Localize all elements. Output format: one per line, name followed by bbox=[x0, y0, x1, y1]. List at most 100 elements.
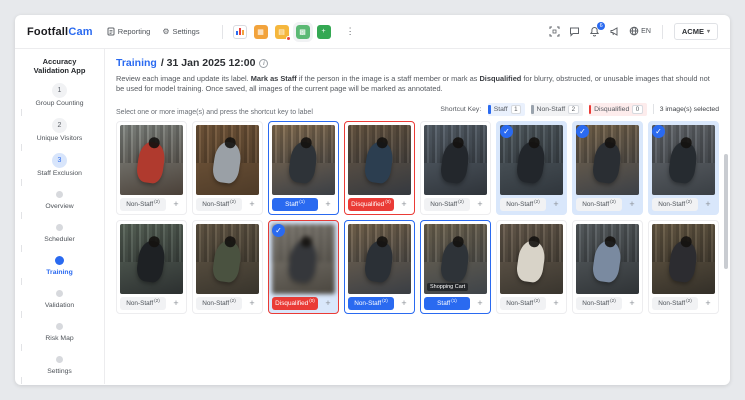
divider bbox=[661, 24, 663, 39]
image-card[interactable]: Non-Staff (2) + bbox=[420, 120, 491, 215]
surveillance-image bbox=[120, 223, 183, 294]
add-label-button[interactable]: + bbox=[245, 198, 259, 211]
add-label-button[interactable]: + bbox=[169, 198, 183, 211]
image-card[interactable]: Non-Staff (2) + bbox=[572, 219, 643, 314]
more-apps-icon[interactable]: ⋮ bbox=[346, 26, 355, 37]
image-card[interactable]: ✓ Non-Staff (2) + bbox=[648, 120, 719, 215]
add-label-button[interactable]: + bbox=[625, 297, 639, 310]
add-label-button[interactable]: + bbox=[701, 198, 715, 211]
add-label-button[interactable]: + bbox=[625, 198, 639, 211]
chip-color-bar bbox=[531, 104, 534, 114]
sidebar-item-risk-map[interactable]: Risk Map bbox=[21, 320, 99, 342]
image-card[interactable]: Non-Staff (2) + bbox=[116, 219, 187, 314]
info-icon[interactable]: i bbox=[259, 58, 269, 68]
sidebar-item-settings[interactable]: Settings bbox=[21, 353, 99, 375]
image-card[interactable]: Staff (1) + bbox=[268, 120, 339, 215]
label-button[interactable]: Non-Staff (2) bbox=[196, 296, 242, 310]
image-card[interactable]: Non-Staff (2) + bbox=[648, 219, 719, 314]
label-button[interactable]: Staff (1) bbox=[424, 296, 470, 310]
shortcut-chip: Non-Staff 2 bbox=[531, 102, 583, 116]
add-label-button[interactable]: + bbox=[321, 198, 335, 211]
label-button[interactable]: Staff (1) bbox=[272, 197, 318, 211]
add-label-button[interactable]: + bbox=[397, 198, 411, 211]
label-button[interactable]: Non-Staff (2) bbox=[120, 296, 166, 310]
add-label-button[interactable]: + bbox=[169, 297, 183, 310]
sidebar-item-staff-exclusion[interactable]: 3 Staff Exclusion bbox=[21, 152, 99, 177]
scrollbar-thumb[interactable] bbox=[724, 154, 728, 269]
add-label-button[interactable]: + bbox=[321, 297, 335, 310]
chip-color-bar bbox=[588, 104, 592, 114]
sidebar-item-group-counting[interactable]: 1 Group Counting bbox=[21, 82, 99, 107]
add-label-button[interactable]: + bbox=[549, 297, 563, 310]
chevron-down-icon: ▾ bbox=[706, 29, 710, 35]
image-card[interactable]: ✓ Non-Staff (2) + bbox=[496, 120, 567, 215]
account-menu[interactable]: ACME ▾ bbox=[673, 23, 718, 40]
sidebar-item-training[interactable]: Training bbox=[21, 254, 99, 276]
chip-key: 0 bbox=[632, 104, 643, 114]
language-selector[interactable]: EN bbox=[629, 26, 651, 38]
image-card[interactable]: Non-Staff (2) + bbox=[496, 219, 567, 314]
chat-icon[interactable] bbox=[569, 26, 580, 37]
shortcut-key-legend: Shortcut Key: Staff 1 Non-Staff 2 Disqua… bbox=[440, 102, 719, 116]
label-button[interactable]: Non-Staff (2) bbox=[196, 197, 242, 211]
step-number: 2 bbox=[52, 117, 67, 133]
gear-icon: ⚙ bbox=[162, 27, 170, 36]
label-button[interactable]: Non-Staff (2) bbox=[576, 197, 622, 211]
image-card[interactable]: Non-Staff (2) + bbox=[344, 219, 415, 314]
sidebar-title: Accuracy Validation App bbox=[33, 57, 86, 76]
surveillance-image bbox=[196, 124, 259, 195]
label-button[interactable]: Non-Staff (2) bbox=[500, 197, 546, 211]
shortcut-chip: Disqualified 0 bbox=[588, 102, 647, 116]
step-dot-icon bbox=[56, 223, 63, 231]
label-button[interactable]: Non-Staff (2) bbox=[652, 296, 698, 310]
step-label: Scheduler bbox=[44, 235, 75, 243]
add-label-button[interactable]: + bbox=[245, 297, 259, 310]
label-button[interactable]: Disqualified (0) bbox=[272, 296, 318, 310]
scan-icon[interactable] bbox=[549, 26, 560, 37]
selected-check-icon: ✓ bbox=[272, 223, 285, 237]
image-card[interactable]: ✓ Disqualified (0) + bbox=[268, 219, 339, 314]
app-window: FootfallCam Reporting ⚙ Settings ▦ ▤ ▩ +… bbox=[15, 15, 730, 385]
sidebar-item-scheduler[interactable]: Scheduler bbox=[21, 221, 99, 243]
label-button[interactable]: Non-Staff (2) bbox=[500, 296, 546, 310]
label-button[interactable]: Disqualified (0) bbox=[348, 197, 394, 211]
sidebar-item-validation[interactable]: Validation bbox=[21, 287, 99, 309]
orange-app-icon[interactable]: ▦ bbox=[253, 24, 268, 39]
announcement-icon[interactable] bbox=[609, 26, 620, 37]
green-grid-app-icon[interactable]: ▩ bbox=[292, 21, 313, 42]
add-label-button[interactable]: + bbox=[701, 297, 715, 310]
image-card[interactable]: Non-Staff (2) + bbox=[192, 219, 263, 314]
green-plus-app-icon[interactable]: + bbox=[316, 24, 331, 39]
nav-reporting[interactable]: Reporting bbox=[107, 27, 150, 36]
label-button[interactable]: Non-Staff (2) bbox=[652, 197, 698, 211]
add-label-button[interactable]: + bbox=[397, 297, 411, 310]
label-button[interactable]: Non-Staff (2) bbox=[424, 197, 470, 211]
breadcrumb-date: / 31 Jan 2025 12:00 bbox=[160, 57, 256, 69]
label-button[interactable]: Non-Staff (2) bbox=[120, 197, 166, 211]
page-title: Training bbox=[116, 57, 157, 69]
image-card[interactable]: ✓ Non-Staff (2) + bbox=[572, 120, 643, 215]
image-grid: Non-Staff (2) + Non-Staff (2) + Staff (1) + bbox=[116, 120, 719, 314]
image-card[interactable]: Non-Staff (2) + bbox=[116, 120, 187, 215]
step-connector bbox=[20, 244, 22, 252]
add-label-button[interactable]: + bbox=[473, 198, 487, 211]
label-button[interactable]: Non-Staff (2) bbox=[576, 296, 622, 310]
image-card[interactable]: Disqualified (0) + bbox=[344, 120, 415, 215]
sidebar-item-unique-visitors[interactable]: 2 Unique Visitors bbox=[21, 117, 99, 142]
add-label-button[interactable]: + bbox=[473, 297, 487, 310]
folder-app-icon[interactable]: ▤ bbox=[274, 24, 291, 41]
analytics-app-icon[interactable] bbox=[232, 24, 247, 39]
object-tag: Shopping Cart bbox=[427, 282, 469, 291]
chip-color-bar bbox=[488, 104, 491, 114]
stepper-sidebar: Accuracy Validation App 1 Group Counting… bbox=[15, 49, 105, 384]
step-dot-icon bbox=[56, 190, 63, 198]
nav-settings[interactable]: ⚙ Settings bbox=[162, 27, 199, 36]
label-button[interactable]: Non-Staff (2) bbox=[348, 296, 394, 310]
image-card[interactable]: Non-Staff (2) + bbox=[192, 120, 263, 215]
notifications-bell-icon[interactable]: 6 bbox=[589, 22, 606, 37]
sidebar-item-overview[interactable]: Overview bbox=[21, 188, 99, 210]
surveillance-image: Shopping Cart bbox=[424, 223, 487, 294]
surveillance-image bbox=[196, 223, 259, 294]
image-card[interactable]: Shopping Cart Staff (1) + bbox=[420, 219, 491, 314]
add-label-button[interactable]: + bbox=[549, 198, 563, 211]
